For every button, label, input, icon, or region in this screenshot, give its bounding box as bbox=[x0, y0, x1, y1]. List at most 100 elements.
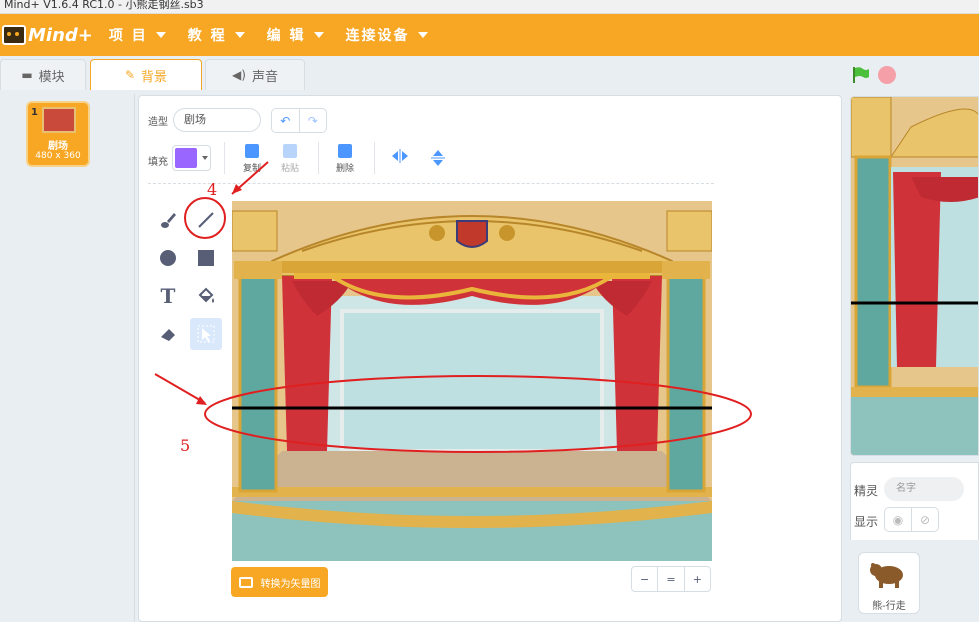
fill-color-picker[interactable] bbox=[172, 145, 211, 171]
eraser-tool[interactable] bbox=[152, 318, 184, 350]
rectangle-tool[interactable] bbox=[190, 242, 222, 274]
blocks-icon: ▬ bbox=[21, 68, 33, 82]
tab-blocks[interactable]: ▬ 模块 bbox=[0, 59, 86, 90]
menu-connect-label: 连接设备 bbox=[345, 28, 410, 44]
eye-off-icon[interactable]: ⊘ bbox=[911, 508, 938, 531]
image-icon bbox=[238, 576, 253, 588]
divider bbox=[374, 142, 375, 174]
circle-icon bbox=[160, 250, 176, 266]
zoom-in-label: + bbox=[692, 572, 702, 586]
zoom-out-label: − bbox=[640, 572, 650, 586]
menubar: Mind+ 项 目 教 程 编 辑 连接设备 bbox=[0, 14, 979, 56]
zoom-reset-label: = bbox=[666, 572, 676, 586]
redo-icon[interactable]: ↷ bbox=[298, 109, 327, 132]
costume-label: 造型 bbox=[148, 117, 168, 128]
theater-backdrop-image bbox=[232, 201, 712, 561]
robot-logo-icon bbox=[2, 25, 26, 45]
menu-project[interactable]: 项 目 bbox=[109, 25, 166, 45]
speaker-icon: ◀) bbox=[232, 68, 246, 82]
circle-tool[interactable] bbox=[152, 242, 184, 274]
zoom-controls: − = + bbox=[631, 566, 711, 592]
tab-blocks-label: 模块 bbox=[38, 69, 65, 85]
backdrop-name: 剧场 bbox=[48, 141, 68, 152]
select-icon bbox=[197, 325, 215, 343]
costume-name-input[interactable]: 剧场 bbox=[173, 108, 261, 132]
chevron-down-icon bbox=[155, 32, 166, 38]
stage-backdrop-image bbox=[851, 97, 978, 455]
tab-backdrops-label: 背景 bbox=[141, 69, 168, 85]
flip-vertical-icon bbox=[431, 150, 445, 166]
flip-vertical-button[interactable] bbox=[418, 148, 458, 180]
eraser-icon bbox=[161, 329, 175, 341]
fill-label: 填充 bbox=[148, 157, 168, 168]
paste-button[interactable]: 粘贴 bbox=[270, 144, 310, 176]
menu-connect-device[interactable]: 连接设备 bbox=[346, 25, 428, 45]
zoom-in-icon[interactable]: + bbox=[683, 567, 710, 591]
copy-icon bbox=[245, 144, 259, 158]
fill-swatch bbox=[175, 148, 197, 168]
annotation-step-4: 4 bbox=[207, 180, 218, 199]
menu-edit-label: 编 辑 bbox=[266, 28, 306, 44]
paste-label: 粘贴 bbox=[280, 164, 299, 174]
tab-sounds[interactable]: ◀) 声音 bbox=[205, 59, 305, 90]
menu-tutorial-label: 教 程 bbox=[187, 28, 227, 44]
menu-edit[interactable]: 编 辑 bbox=[267, 25, 324, 45]
select-tool[interactable] bbox=[190, 318, 222, 350]
backdrop-preview bbox=[42, 107, 76, 133]
show-label: 显示 bbox=[854, 515, 879, 529]
undo-icon[interactable]: ↶ bbox=[272, 109, 299, 132]
delete-label: 删除 bbox=[335, 164, 354, 174]
paste-icon bbox=[283, 144, 297, 158]
green-flag-icon[interactable] bbox=[852, 67, 870, 83]
brush-tool[interactable] bbox=[152, 204, 184, 236]
tab-sounds-label: 声音 bbox=[251, 69, 278, 85]
mindplus-logo[interactable]: Mind+ bbox=[2, 25, 93, 46]
logo-text: Mind+ bbox=[28, 24, 93, 46]
divider bbox=[224, 142, 225, 174]
chevron-down-icon bbox=[313, 32, 324, 38]
backdrop-size: 480 x 360 bbox=[35, 151, 81, 161]
menu-tutorial[interactable]: 教 程 bbox=[188, 25, 245, 45]
sprite-name-input[interactable]: 名字 bbox=[884, 477, 964, 501]
sprite-thumbnail[interactable]: 熊-行走 bbox=[858, 552, 920, 614]
paint-bucket-icon bbox=[198, 287, 214, 303]
brush-icon bbox=[161, 213, 176, 228]
visibility-toggle: ◉ ⊘ bbox=[884, 507, 939, 532]
flip-horizontal-icon bbox=[392, 149, 408, 163]
editor-tabs: ▬ 模块 ✎ 背景 ◀) 声音 bbox=[0, 56, 979, 94]
backdrop-index: 1 bbox=[31, 107, 38, 118]
backdrop-thumbnail[interactable]: 1 剧场 480 x 360 bbox=[26, 101, 90, 167]
zoom-out-icon[interactable]: − bbox=[632, 567, 657, 591]
trash-icon bbox=[338, 144, 352, 158]
text-icon: T bbox=[160, 284, 176, 308]
brush-icon: ✎ bbox=[124, 68, 136, 82]
chevron-down-icon bbox=[234, 32, 245, 38]
rectangle-icon bbox=[198, 250, 214, 266]
copy-button[interactable]: 复制 bbox=[232, 144, 272, 176]
backdrop-list bbox=[0, 94, 135, 622]
delete-button[interactable]: 删除 bbox=[325, 144, 365, 176]
toolbar-divider bbox=[148, 183, 714, 184]
chevron-down-icon bbox=[202, 156, 208, 160]
bear-icon bbox=[870, 563, 903, 588]
undo-redo-group: ↶ ↷ bbox=[271, 108, 327, 133]
sprite-label: 精灵 bbox=[854, 484, 879, 498]
text-tool[interactable]: T bbox=[152, 280, 184, 312]
line-tool[interactable] bbox=[190, 204, 222, 236]
eye-icon[interactable]: ◉ bbox=[885, 508, 911, 531]
stop-icon[interactable] bbox=[878, 66, 896, 84]
annotation-step-5: 5 bbox=[180, 436, 191, 455]
fill-tool[interactable] bbox=[190, 280, 222, 312]
window-title: Mind+ V1.6.4 RC1.0 - 小熊走钢丝.sb3 bbox=[0, 0, 979, 14]
line-icon bbox=[198, 212, 214, 228]
flip-horizontal-button[interactable] bbox=[380, 148, 420, 180]
menu-project-label: 项 目 bbox=[108, 28, 148, 44]
stage-preview[interactable] bbox=[850, 96, 979, 456]
chevron-down-icon bbox=[417, 32, 428, 38]
paint-canvas[interactable] bbox=[232, 201, 712, 561]
sprite-name: 熊-行走 bbox=[872, 601, 906, 612]
zoom-reset-icon[interactable]: = bbox=[657, 567, 683, 591]
divider bbox=[318, 142, 319, 174]
tab-backdrops[interactable]: ✎ 背景 bbox=[90, 59, 202, 90]
convert-to-vector-button[interactable]: 转换为矢量图 bbox=[231, 567, 328, 597]
